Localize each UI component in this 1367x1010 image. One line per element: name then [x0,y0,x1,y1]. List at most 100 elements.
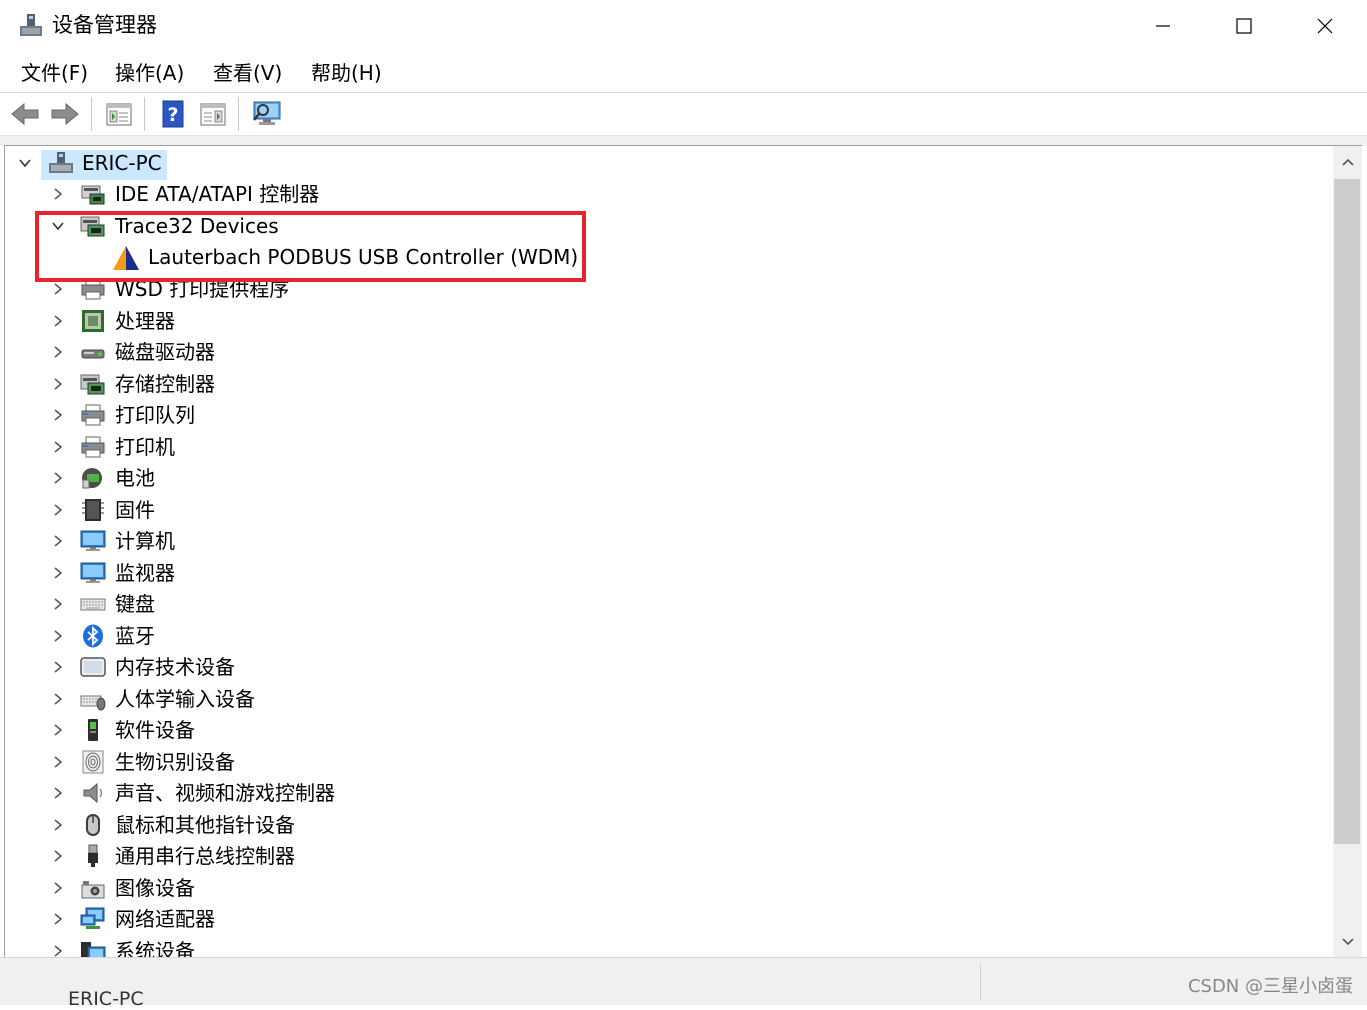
tree-item-label: 磁盘驱动器 [115,340,215,364]
chevron-right-icon[interactable] [51,723,65,737]
chevron-right-icon[interactable] [51,566,65,580]
menu-action[interactable]: 操作(A) [113,56,186,90]
tree-item-memory-technology[interactable]: 内存技术设备 [5,652,1305,683]
tree-item-label: 系统设备 [115,939,195,958]
scroll-thumb[interactable] [1334,179,1360,844]
tree-item-sound-video-game[interactable]: 声音、视频和游戏控制器 [5,778,1305,809]
chevron-right-icon[interactable] [51,786,65,800]
chevron-right-icon[interactable] [51,187,65,201]
chevron-right-icon[interactable] [51,660,65,674]
menu-help[interactable]: 帮助(H) [309,56,384,90]
tree-item-storage-controllers[interactable]: 存储控制器 [5,369,1305,400]
scroll-up-button[interactable] [1333,146,1362,178]
chevron-right-icon[interactable] [51,503,65,517]
tree-item-label: 打印机 [115,435,175,459]
tree-item-printers[interactable]: 打印机 [5,432,1305,463]
maximize-button[interactable] [1204,0,1284,52]
vertical-scrollbar[interactable] [1333,145,1362,958]
menu-view[interactable]: 查看(V) [211,56,284,90]
status-divider [980,964,981,1000]
tree-root-label: ERIC-PC [82,151,162,175]
tree-item-label: 电池 [115,466,155,490]
memory-device-icon [80,655,106,679]
back-button[interactable] [8,98,42,130]
scan-hardware-button[interactable] [250,98,284,130]
tree-item-network-adapters[interactable]: 网络适配器 [5,904,1305,935]
svg-text:?: ? [167,104,178,126]
status-bar: CSDN @三星小卤蛋 [0,957,1367,1005]
tree-item-bluetooth[interactable]: 蓝牙 [5,621,1305,652]
tree-item-software-devices[interactable]: 软件设备 [5,715,1305,746]
chevron-right-icon[interactable] [51,408,65,422]
chevron-right-icon[interactable] [51,345,65,359]
chevron-right-icon[interactable] [51,849,65,863]
firmware-icon [80,498,106,522]
minimize-button[interactable] [1123,0,1203,52]
forward-button[interactable] [48,98,82,130]
tree-root[interactable]: ERIC-PC [5,148,1305,180]
tree-item-processor[interactable]: 处理器 [5,306,1305,337]
monitor-icon [80,529,106,553]
tree-item-label: 生物识别设备 [115,750,235,774]
chevron-right-icon[interactable] [51,314,65,328]
title-bar: 设备管理器 [0,0,1367,52]
maximize-icon [1236,18,1252,34]
close-button[interactable] [1285,0,1365,52]
chevron-right-icon[interactable] [51,282,65,296]
chevron-right-icon[interactable] [51,692,65,706]
speaker-icon [80,781,106,805]
tree-item-keyboards[interactable]: 键盘 [5,589,1305,620]
tree-item-biometric[interactable]: 生物识别设备 [5,747,1305,778]
tree-item-imaging-devices[interactable]: 图像设备 [5,873,1305,904]
chevron-down-icon[interactable] [18,156,32,170]
toolbar-separator [238,97,239,131]
toolbar-separator [144,97,145,131]
chevron-right-icon[interactable] [51,534,65,548]
back-icon [11,102,39,126]
tree-item-disk-drives[interactable]: 磁盘驱动器 [5,337,1305,368]
chevron-right-icon[interactable] [51,881,65,895]
chevron-right-icon[interactable] [51,944,65,958]
tree-item-label: IDE ATA/ATAPI 控制器 [115,182,320,206]
device-manager-window: 设备管理器 文件(F) 操作(A) 查看(V) 帮助(H) ? ERIC-PC … [0,0,1367,1010]
tree-item-batteries[interactable]: 电池 [5,463,1305,494]
tree-item-firmware[interactable]: 固件 [5,495,1305,526]
tree-item-label: 处理器 [115,309,175,333]
tree-item-monitors[interactable]: 监视器 [5,558,1305,589]
forward-icon [51,102,79,126]
storage-controller-icon [80,372,106,396]
tree-item-usb-controllers[interactable]: 通用串行总线控制器 [5,841,1305,872]
tree-item-label: 网络适配器 [115,907,215,931]
tree-item-mice[interactable]: 鼠标和其他指针设备 [5,810,1305,841]
chevron-right-icon[interactable] [51,912,65,926]
chevron-right-icon[interactable] [51,755,65,769]
chevron-right-icon[interactable] [51,377,65,391]
hid-icon [80,687,106,711]
help-button[interactable]: ? [156,98,190,130]
properties-icon [106,103,132,126]
properties-button[interactable] [102,98,136,130]
battery-icon [80,466,106,490]
print-queue-icon [80,403,106,427]
tree-item-label: 鼠标和其他指针设备 [115,813,295,837]
tree-item-label: 蓝牙 [115,624,155,648]
tree-item-hid[interactable]: 人体学输入设备 [5,684,1305,715]
tree-item-label: 内存技术设备 [115,655,235,679]
chevron-right-icon[interactable] [51,471,65,485]
chevron-right-icon[interactable] [51,629,65,643]
tree-item-ide-controller[interactable]: IDE ATA/ATAPI 控制器 [5,179,1305,210]
chevron-right-icon[interactable] [51,440,65,454]
update-driver-button[interactable] [196,98,230,130]
tree-item-computer[interactable]: 计算机 [5,526,1305,557]
chevron-right-icon[interactable] [51,818,65,832]
tree-item-system-devices[interactable]: 系统设备 [5,936,1305,958]
update-driver-icon [200,103,226,126]
mouse-icon [80,813,106,837]
menu-file[interactable]: 文件(F) [19,56,90,90]
scroll-down-button[interactable] [1333,926,1362,958]
tree-item-label: 键盘 [115,592,155,616]
chevron-right-icon[interactable] [51,597,65,611]
bluetooth-icon [80,624,106,648]
window-title: 设备管理器 [52,13,157,37]
tree-item-print-queues[interactable]: 打印队列 [5,400,1305,431]
